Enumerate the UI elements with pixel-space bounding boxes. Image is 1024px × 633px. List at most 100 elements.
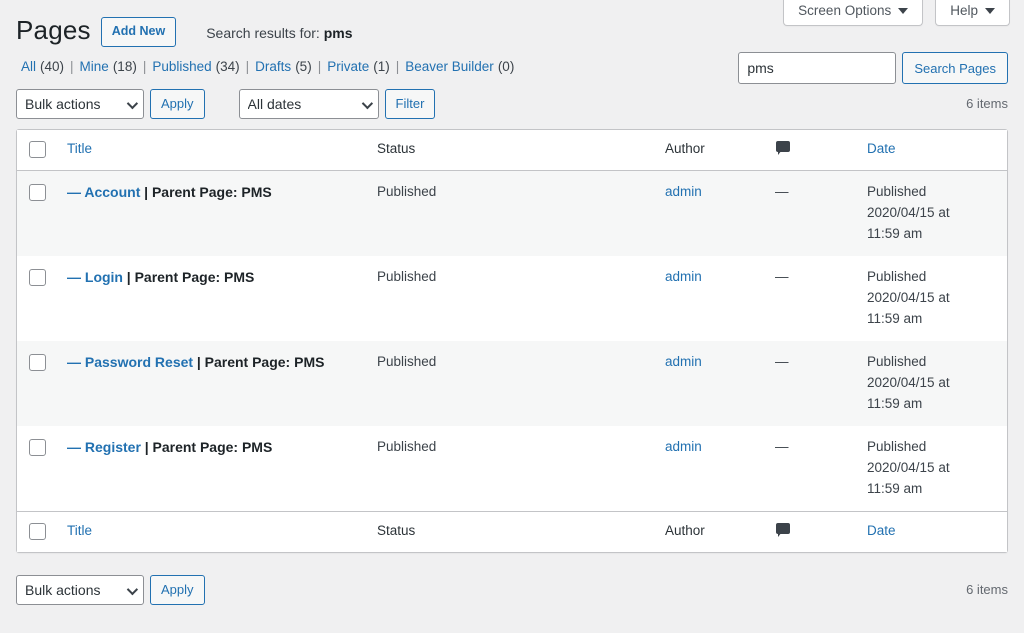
column-footer-title[interactable]: Title [57,510,367,552]
select-all-checkbox-top[interactable] [29,140,46,158]
search-input[interactable] [738,52,897,84]
filter-separator: | [245,58,250,74]
row-comments-cell: — [765,255,857,341]
date-time: 11:59 am [867,480,923,496]
select-all-checkbox-bottom[interactable] [29,522,46,540]
row-date-cell: Published 2020/04/15 at 11:59 am [857,425,1007,511]
filter-link-mine-label[interactable]: Mine [80,59,109,74]
row-title-cell: — Register | Parent Page: PMS [57,425,367,511]
author-link[interactable]: admin [665,439,702,454]
row-status-cell: Published [367,255,655,341]
page-title-link[interactable]: — Login [67,269,123,285]
column-label-author: Author [665,140,705,156]
row-author-cell: admin [655,425,765,511]
row-title-cell: — Login | Parent Page: PMS [57,255,367,341]
column-footer-date[interactable]: Date [857,510,1007,552]
filter-count-drafts: (5) [295,58,312,74]
filter-link-drafts-label[interactable]: Drafts [255,59,291,74]
filter-separator: | [317,58,322,74]
row-date-cell: Published 2020/04/15 at 11:59 am [857,340,1007,426]
row-comments-cell: — [765,340,857,426]
author-link[interactable]: admin [665,354,702,369]
tablenav-top: Bulk actions Apply All dates Filter 6 it… [16,87,1008,121]
table-footer-row: Title Status Author Date [17,510,1007,552]
bulk-actions-select-top[interactable]: Bulk actions [16,88,144,119]
date-filter-select[interactable]: All dates [238,88,379,119]
filter-link-beaver-builder-label[interactable]: Beaver Builder [405,59,494,74]
filter-separator: | [395,58,400,74]
row-date-cell: Published 2020/04/15 at 11:59 am [857,255,1007,341]
filter-separator: | [142,58,147,74]
page-title-link[interactable]: — Account [67,184,140,200]
filter-link-drafts[interactable]: Drafts (5) | [255,59,327,74]
page-parent-note: | Parent Page: PMS [144,183,272,200]
filter-link-private[interactable]: Private (1) | [327,59,405,74]
add-new-button[interactable]: Add New [100,17,177,47]
column-header-author: Author [655,129,765,171]
comment-bubble-icon [775,522,791,538]
filter-link-beaver-builder[interactable]: Beaver Builder (0) [405,59,514,74]
select-all-header [17,129,57,171]
filter-link-private-label[interactable]: Private [327,59,369,74]
column-header-title[interactable]: Title [57,129,367,171]
date-status: Published [867,183,927,199]
sort-title-link-footer[interactable]: Title [67,523,92,538]
row-checkbox[interactable] [29,268,46,286]
column-footer-status: Status [367,510,655,552]
row-date-cell: Published 2020/04/15 at 11:59 am [857,170,1007,256]
filter-link-published-label[interactable]: Published [152,59,211,74]
bulk-actions-select-bottom[interactable]: Bulk actions [16,574,144,605]
table-head: Title Status Author Date [17,129,1007,171]
page-title-link[interactable]: — Password Reset [67,354,193,370]
bulk-actions-select-bottom-wrapper: Bulk actions [16,574,144,605]
page-parent-note: | Parent Page: PMS [126,268,255,285]
table-header-row: Title Status Author Date [17,129,1007,171]
sort-title-link[interactable]: Title [67,141,92,156]
row-checkbox[interactable] [29,353,46,371]
author-link[interactable]: admin [665,269,702,284]
column-header-date[interactable]: Date [857,129,1007,171]
filter-link-all[interactable]: All (40) | [21,59,80,74]
filter-link-all-label[interactable]: All [21,59,36,74]
search-pages-button[interactable]: Search Pages [902,52,1008,84]
row-status-cell: Published [367,340,655,426]
row-title-cell: — Account | Parent Page: PMS [57,170,367,256]
row-select-cell [17,425,57,511]
filter-link-mine[interactable]: Mine (18) | [80,59,153,74]
filter-count-published: (34) [215,58,240,74]
filter-count-all: (40) [40,58,65,74]
column-footer-comments[interactable] [765,510,857,552]
table-row: — Password Reset | Parent Page: PMS Publ… [17,340,1007,426]
column-label-author-footer: Author [665,522,705,538]
filter-count-private: (1) [373,58,390,74]
page-title-link[interactable]: — Register [67,439,141,455]
column-header-comments[interactable] [765,129,857,171]
bulk-actions-select-top-wrapper: Bulk actions [16,88,144,119]
date-time: 11:59 am [867,310,923,326]
displaying-num-bottom: 6 items [966,582,1008,598]
row-checkbox[interactable] [29,183,46,201]
date-status: Published [867,438,927,454]
filter-link-published[interactable]: Published (34) | [152,59,255,74]
row-checkbox[interactable] [29,438,46,456]
apply-button-bottom[interactable]: Apply [150,574,205,605]
sort-date-link[interactable]: Date [867,141,896,156]
pages-list-table: Title Status Author Date — Account | Par… [16,128,1008,553]
page-parent-note: | Parent Page: PMS [196,353,325,370]
filter-count-mine: (18) [112,58,137,74]
page-header: Pages Add New Search results for: pms [16,0,1008,48]
table-row: — Login | Parent Page: PMS Published adm… [17,255,1007,341]
search-results-note: Search results for: pms [206,25,352,41]
filter-separator: | [70,58,74,74]
tablenav-bottom: Bulk actions Apply 6 items [16,573,1008,607]
row-author-cell: admin [655,255,765,341]
filter-button[interactable]: Filter [384,88,436,119]
date-value: 2020/04/15 at [867,289,950,305]
sort-date-link-footer[interactable]: Date [867,523,896,538]
comment-bubble-icon [775,140,791,156]
apply-button-top[interactable]: Apply [150,88,205,119]
row-status-cell: Published [367,425,655,511]
author-link[interactable]: admin [665,184,702,199]
date-value: 2020/04/15 at [867,459,950,475]
date-time: 11:59 am [867,225,923,241]
